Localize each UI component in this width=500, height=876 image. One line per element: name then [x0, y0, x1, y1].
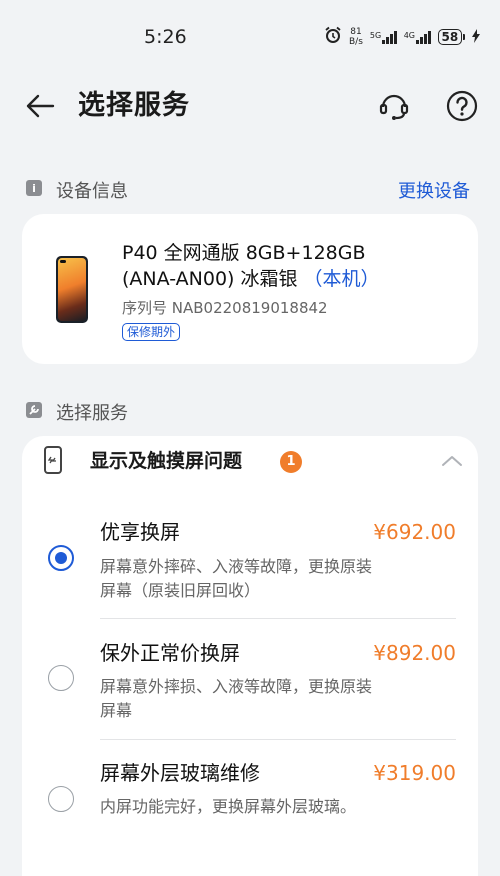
option-price: ¥319.00: [373, 761, 456, 785]
device-variant-text: (ANA-AN00) 冰霜银: [122, 268, 298, 290]
page-title: 选择服务: [78, 90, 190, 121]
serial-number: 序列号 NAB0220819018842: [122, 299, 328, 317]
chevron-up-icon[interactable]: [440, 451, 464, 471]
option-description: 屏幕意外摔损、入液等故障，更换原装屏幕: [100, 677, 373, 720]
category-title: 显示及触摸屏问题: [90, 450, 243, 472]
option-description: 内屏功能完好，更换屏幕外层玻璃。: [100, 797, 357, 816]
status-time: 5:26: [144, 26, 187, 48]
option-name: 屏幕外层玻璃维修: [100, 761, 260, 785]
option-name: 优享换屏: [100, 520, 180, 544]
change-device-link[interactable]: 更换设备: [398, 177, 470, 203]
divider: [100, 739, 456, 740]
warranty-badge: 保修期外: [122, 323, 181, 341]
radio-unselected[interactable]: [48, 786, 74, 812]
headset-icon: [379, 94, 409, 120]
option-price: ¥892.00: [373, 641, 456, 665]
back-button[interactable]: [20, 86, 60, 126]
net-speed: 81 B/s: [349, 27, 363, 47]
charging-icon: [472, 28, 481, 47]
device-variant: (ANA-AN00) 冰霜银 （本机）: [122, 266, 380, 292]
alarm-icon: [324, 26, 342, 48]
service-section-label: 选择服务: [56, 403, 128, 424]
arrow-left-icon: [26, 94, 55, 118]
battery-level: 58: [437, 29, 463, 45]
signal2-icon: [416, 30, 431, 44]
net-speed-value: 81: [350, 27, 362, 37]
net-speed-unit: B/s: [349, 37, 363, 47]
battery-icon: 58: [437, 29, 466, 45]
category-count-badge: 1: [280, 451, 302, 473]
device-model: P40 全网通版 8GB+128GB: [122, 242, 366, 264]
signal1-icon: [382, 30, 397, 44]
radio-unselected[interactable]: [48, 665, 74, 691]
device-image: [56, 256, 88, 323]
signal2-label: 4G: [403, 30, 415, 40]
phone-screen-icon: [44, 446, 62, 474]
option-price: ¥692.00: [373, 520, 456, 544]
device-section-label: 设备信息: [56, 181, 128, 202]
radio-selected[interactable]: [48, 545, 74, 571]
wrench-icon: [26, 402, 42, 418]
divider: [100, 618, 456, 619]
customer-service-button[interactable]: [374, 86, 414, 126]
this-device-label: （本机）: [303, 268, 380, 290]
option-description: 屏幕意外摔碎、入液等故障，更换原装屏幕（原装旧屏回收）: [100, 557, 373, 600]
question-icon: [446, 90, 478, 122]
signal1-label: 5G: [369, 30, 382, 40]
status-icons: 81 B/s 5G 4G 58: [324, 24, 481, 50]
info-icon: i: [26, 180, 42, 196]
help-button[interactable]: [442, 86, 482, 126]
option-name: 保外正常价换屏: [100, 641, 240, 665]
